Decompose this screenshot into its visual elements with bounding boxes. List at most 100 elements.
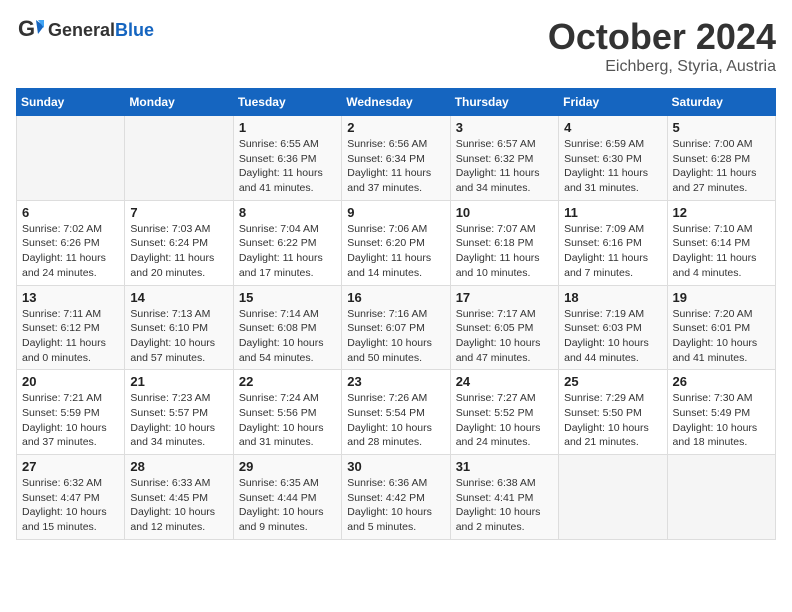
day-info: Sunrise: 7:29 AM Sunset: 5:50 PM Dayligh… (564, 391, 661, 450)
day-info: Sunrise: 6:33 AM Sunset: 4:45 PM Dayligh… (130, 476, 227, 535)
day-info: Sunrise: 6:57 AM Sunset: 6:32 PM Dayligh… (456, 137, 553, 196)
day-number: 23 (347, 374, 444, 389)
calendar-cell: 1 Sunrise: 6:55 AM Sunset: 6:36 PM Daylig… (233, 116, 341, 201)
day-number: 16 (347, 290, 444, 305)
calendar-cell: 30Sunrise: 6:36 AM Sunset: 4:42 PM Dayli… (342, 455, 450, 540)
day-info: Sunrise: 7:21 AM Sunset: 5:59 PM Dayligh… (22, 391, 119, 450)
day-number: 3 (456, 120, 553, 135)
day-info: Sunrise: 7:30 AM Sunset: 5:49 PM Dayligh… (673, 391, 770, 450)
day-number: 7 (130, 205, 227, 220)
day-number: 5 (673, 120, 770, 135)
calendar-cell: 8Sunrise: 7:04 AM Sunset: 6:22 PM Daylig… (233, 200, 341, 285)
day-header-wednesday: Wednesday (342, 89, 450, 116)
day-header-thursday: Thursday (450, 89, 558, 116)
calendar-cell: 2Sunrise: 6:56 AM Sunset: 6:34 PM Daylig… (342, 116, 450, 201)
calendar-cell: 21Sunrise: 7:23 AM Sunset: 5:57 PM Dayli… (125, 370, 233, 455)
calendar-cell: 13 Sunrise: 7:11 AM Sunset: 6:12 PM Dayli… (17, 285, 125, 370)
calendar-cell: 29Sunrise: 6:35 AM Sunset: 4:44 PM Dayli… (233, 455, 341, 540)
day-number: 29 (239, 459, 336, 474)
day-number: 1 (239, 120, 336, 135)
title-block: October 2024 Eichberg, Styria, Austria (548, 16, 776, 76)
day-number: 2 (347, 120, 444, 135)
calendar-cell: 23 Sunrise: 7:26 AM Sunset: 5:54 PM Dayli… (342, 370, 450, 455)
day-info: Sunrise: 7:19 AM Sunset: 6:03 PM Dayligh… (564, 307, 661, 366)
day-info: Sunrise: 7:17 AM Sunset: 6:05 PM Dayligh… (456, 307, 553, 366)
calendar-cell: 6 Sunrise: 7:02 AM Sunset: 6:26 PM Daylig… (17, 200, 125, 285)
day-info: Sunrise: 7:24 AM Sunset: 5:56 PM Dayligh… (239, 391, 336, 450)
day-info: Sunrise: 7:07 AM Sunset: 6:18 PM Dayligh… (456, 222, 553, 281)
calendar-cell: 24 Sunrise: 7:27 AM Sunset: 5:52 PM Dayli… (450, 370, 558, 455)
day-info: Sunrise: 7:16 AM Sunset: 6:07 PM Dayligh… (347, 307, 444, 366)
day-header-sunday: Sunday (17, 89, 125, 116)
calendar-cell: 20 Sunrise: 7:21 AM Sunset: 5:59 PM Dayli… (17, 370, 125, 455)
day-number: 18 (564, 290, 661, 305)
calendar-cell: 27Sunrise: 6:32 AM Sunset: 4:47 PM Dayli… (17, 455, 125, 540)
day-number: 22 (239, 374, 336, 389)
day-info: Sunrise: 7:03 AM Sunset: 6:24 PM Dayligh… (130, 222, 227, 281)
day-number: 28 (130, 459, 227, 474)
calendar-cell: 17 Sunrise: 7:17 AM Sunset: 6:05 PM Dayli… (450, 285, 558, 370)
day-number: 17 (456, 290, 553, 305)
day-number: 30 (347, 459, 444, 474)
day-info: Sunrise: 6:59 AM Sunset: 6:30 PM Dayligh… (564, 137, 661, 196)
calendar-cell: 15Sunrise: 7:14 AM Sunset: 6:08 PM Dayli… (233, 285, 341, 370)
day-number: 19 (673, 290, 770, 305)
day-info: Sunrise: 7:06 AM Sunset: 6:20 PM Dayligh… (347, 222, 444, 281)
day-header-saturday: Saturday (667, 89, 775, 116)
day-headers-row: SundayMondayTuesdayWednesdayThursdayFrid… (17, 89, 776, 116)
calendar-cell: 18 Sunrise: 7:19 AM Sunset: 6:03 PM Dayli… (559, 285, 667, 370)
day-info: Sunrise: 7:23 AM Sunset: 5:57 PM Dayligh… (130, 391, 227, 450)
calendar-week-2: 6 Sunrise: 7:02 AM Sunset: 6:26 PM Daylig… (17, 200, 776, 285)
day-header-tuesday: Tuesday (233, 89, 341, 116)
logo-text-general: General (48, 20, 115, 40)
logo: G GeneralBlue (16, 16, 154, 44)
day-number: 26 (673, 374, 770, 389)
calendar-cell (17, 116, 125, 201)
page-header: G GeneralBlue October 2024 Eichberg, Sty… (16, 16, 776, 76)
day-info: Sunrise: 7:27 AM Sunset: 5:52 PM Dayligh… (456, 391, 553, 450)
day-number: 11 (564, 205, 661, 220)
day-number: 15 (239, 290, 336, 305)
calendar-cell: 12 Sunrise: 7:10 AM Sunset: 6:14 PM Dayli… (667, 200, 775, 285)
day-info: Sunrise: 7:20 AM Sunset: 6:01 PM Dayligh… (673, 307, 770, 366)
day-info: Sunrise: 7:04 AM Sunset: 6:22 PM Dayligh… (239, 222, 336, 281)
logo-icon: G (16, 16, 44, 44)
day-info: Sunrise: 7:00 AM Sunset: 6:28 PM Dayligh… (673, 137, 770, 196)
day-number: 12 (673, 205, 770, 220)
calendar-cell (125, 116, 233, 201)
day-header-monday: Monday (125, 89, 233, 116)
calendar-cell: 26 Sunrise: 7:30 AM Sunset: 5:49 PM Dayli… (667, 370, 775, 455)
day-number: 13 (22, 290, 119, 305)
calendar-cell: 16 Sunrise: 7:16 AM Sunset: 6:07 PM Dayli… (342, 285, 450, 370)
svg-text:G: G (18, 16, 35, 41)
calendar-cell: 28 Sunrise: 6:33 AM Sunset: 4:45 PM Dayli… (125, 455, 233, 540)
day-info: Sunrise: 7:11 AM Sunset: 6:12 PM Dayligh… (22, 307, 119, 366)
calendar-cell (559, 455, 667, 540)
day-info: Sunrise: 6:38 AM Sunset: 4:41 PM Dayligh… (456, 476, 553, 535)
day-number: 20 (22, 374, 119, 389)
day-number: 24 (456, 374, 553, 389)
calendar-cell: 19 Sunrise: 7:20 AM Sunset: 6:01 PM Dayli… (667, 285, 775, 370)
day-number: 4 (564, 120, 661, 135)
calendar-header: SundayMondayTuesdayWednesdayThursdayFrid… (17, 89, 776, 116)
calendar-cell: 9Sunrise: 7:06 AM Sunset: 6:20 PM Daylig… (342, 200, 450, 285)
calendar-cell (667, 455, 775, 540)
day-number: 31 (456, 459, 553, 474)
logo-text-blue: Blue (115, 20, 154, 40)
calendar-table: SundayMondayTuesdayWednesdayThursdayFrid… (16, 88, 776, 540)
day-info: Sunrise: 7:13 AM Sunset: 6:10 PM Dayligh… (130, 307, 227, 366)
day-number: 14 (130, 290, 227, 305)
day-info: Sunrise: 7:02 AM Sunset: 6:26 PM Dayligh… (22, 222, 119, 281)
day-info: Sunrise: 7:10 AM Sunset: 6:14 PM Dayligh… (673, 222, 770, 281)
calendar-cell: 3 Sunrise: 6:57 AM Sunset: 6:32 PM Daylig… (450, 116, 558, 201)
location: Eichberg, Styria, Austria (548, 58, 776, 76)
day-header-friday: Friday (559, 89, 667, 116)
calendar-cell: 5 Sunrise: 7:00 AM Sunset: 6:28 PM Daylig… (667, 116, 775, 201)
day-info: Sunrise: 7:26 AM Sunset: 5:54 PM Dayligh… (347, 391, 444, 450)
calendar-cell: 10Sunrise: 7:07 AM Sunset: 6:18 PM Dayli… (450, 200, 558, 285)
day-info: Sunrise: 6:55 AM Sunset: 6:36 PM Dayligh… (239, 137, 336, 196)
calendar-cell: 7 Sunrise: 7:03 AM Sunset: 6:24 PM Daylig… (125, 200, 233, 285)
day-number: 6 (22, 205, 119, 220)
calendar-body: 1 Sunrise: 6:55 AM Sunset: 6:36 PM Daylig… (17, 116, 776, 540)
calendar-cell: 22 Sunrise: 7:24 AM Sunset: 5:56 PM Dayli… (233, 370, 341, 455)
